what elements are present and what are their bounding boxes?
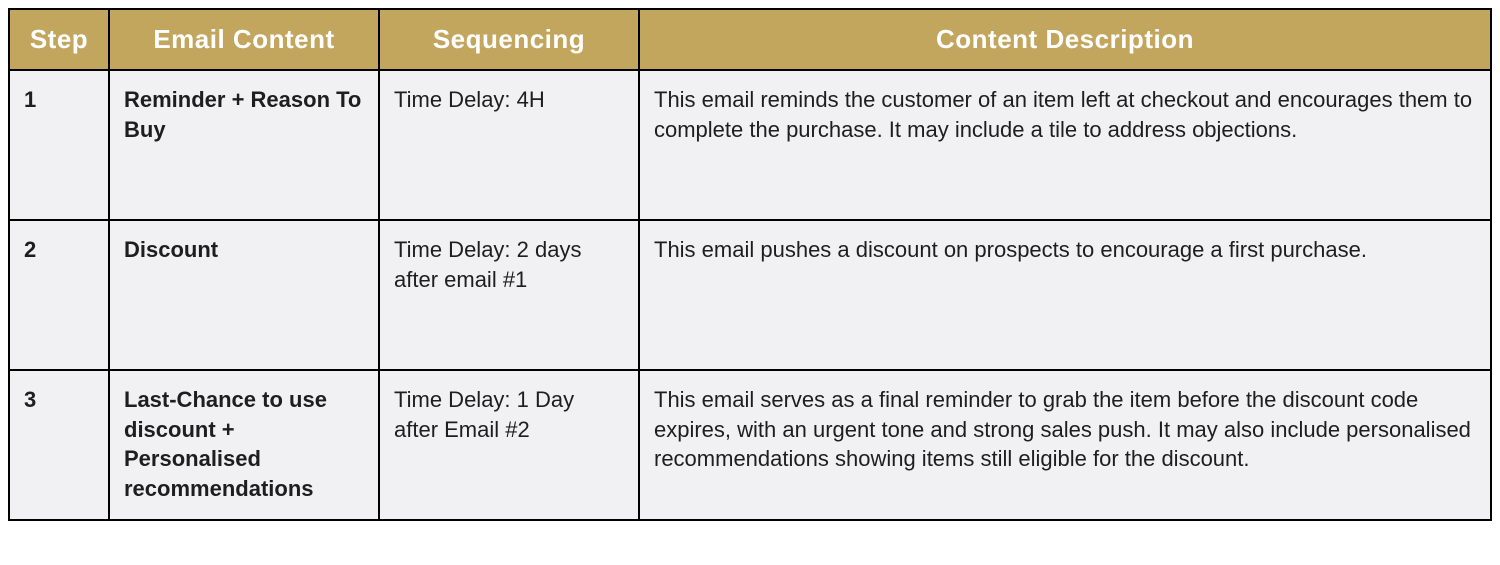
- cell-email-content: Last-Chance to use discount + Personalis…: [109, 370, 379, 520]
- cell-sequencing: Time Delay: 4H: [379, 70, 639, 220]
- cell-step: 2: [9, 220, 109, 370]
- email-sequence-table: Step Email Content Sequencing Content De…: [8, 8, 1492, 521]
- cell-step: 3: [9, 370, 109, 520]
- cell-sequencing: Time Delay: 2 days after email #1: [379, 220, 639, 370]
- header-step: Step: [9, 9, 109, 70]
- cell-step: 1: [9, 70, 109, 220]
- header-sequencing: Sequencing: [379, 9, 639, 70]
- cell-email-content: Discount: [109, 220, 379, 370]
- cell-email-content: Reminder + Reason To Buy: [109, 70, 379, 220]
- cell-content-description: This email pushes a discount on prospect…: [639, 220, 1491, 370]
- cell-sequencing: Time Delay: 1 Day after Email #2: [379, 370, 639, 520]
- header-email-content: Email Content: [109, 9, 379, 70]
- table-header-row: Step Email Content Sequencing Content De…: [9, 9, 1491, 70]
- table-row: 3 Last-Chance to use discount + Personal…: [9, 370, 1491, 520]
- table-row: 2 Discount Time Delay: 2 days after emai…: [9, 220, 1491, 370]
- cell-content-description: This email serves as a final reminder to…: [639, 370, 1491, 520]
- header-content-description: Content Description: [639, 9, 1491, 70]
- cell-content-description: This email reminds the customer of an it…: [639, 70, 1491, 220]
- table-row: 1 Reminder + Reason To Buy Time Delay: 4…: [9, 70, 1491, 220]
